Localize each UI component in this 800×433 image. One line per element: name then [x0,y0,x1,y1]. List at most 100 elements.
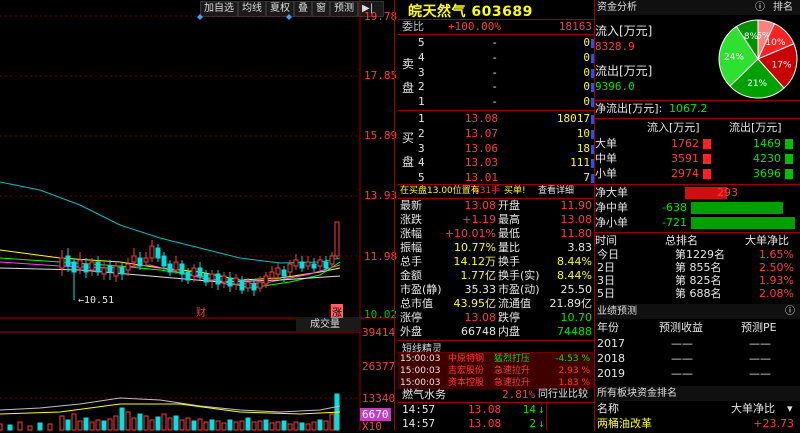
plate-row[interactable]: 两桶油改革 +23.73 [595,417,800,431]
volume-ma-line [0,397,341,413]
sell-row[interactable]: 5 - 0 [398,36,594,50]
candle-body [173,261,179,271]
stat-label: 总手 [400,255,422,268]
volume-bar [167,417,173,431]
sell-level: 2 [418,80,425,94]
price-tick: 13.93 [364,189,398,202]
volume-bar [269,422,275,431]
volume-bar [7,424,13,431]
volume-bar [131,417,137,431]
industry-compare-link[interactable]: 同行业比较 [538,388,588,402]
volume-bar [323,420,329,431]
candle-body [281,269,287,277]
net-type: 净小单 [595,216,628,229]
fund-rank-link[interactable]: 排名 [773,0,793,15]
kline-chart[interactable] [0,0,394,431]
stat-label2: 量比 [498,241,520,254]
candle-body [287,263,293,273]
sell-row[interactable]: 1 - 0 [398,95,594,109]
fund-info-icon[interactable]: ⓘ [755,0,765,15]
stat-value: 13.08 [464,199,497,212]
buy-row[interactable]: 1 13.08 18017 [398,112,594,126]
sort-down-icon[interactable]: ▾ [787,402,793,416]
short-stock: 中原特钢 [448,354,485,364]
volume-bar [305,423,311,431]
short-elf-item[interactable]: 15:00:03 吉宏股份 急速拉升 2.93 % [398,365,594,377]
candle-body [89,261,95,271]
candle-body [191,267,197,277]
sector-row[interactable]: 燃气水务 2.81% 同行业比较 [398,388,594,402]
event-diamond-icon [197,14,203,20]
short-time: 15:00:03 [400,366,441,376]
stat-row: 振幅 10.77% 量比 3.83 [398,241,594,255]
candle-body [59,257,65,269]
sell-price: - [491,36,498,49]
low-price-label: ←10.51 [78,295,115,306]
stat-value2: 74488 [557,325,592,338]
price-tick: 15.89 [364,129,398,142]
buy-row[interactable]: 4 13.03 111 [398,156,594,170]
volume-bar [179,419,185,431]
rank-period: 2日 [597,261,615,274]
volume-bar [65,419,71,431]
pie-slice-label: 24% [724,52,744,62]
volume-bar [293,421,299,431]
perf-info-icon[interactable]: ⓘ [785,304,795,319]
buy-row[interactable]: 2 13.07 10 [398,127,594,141]
volume-bar [191,420,197,431]
perf-row: 2018 —— —— [595,352,800,366]
plate-header: 所有板块资金排名 [595,386,800,401]
stat-value2: 11.90 [560,199,593,212]
flow-out: 3696 [753,167,781,180]
big-order-notice[interactable]: 在买盘13.00位置有 631手 买单! 查看详细 [398,184,594,198]
short-event: 急速拉升 [494,366,531,376]
fund-header: 资金分析 ⓘ 排名 [595,0,800,15]
kline-panel[interactable]: 加自选 均线 夏权叠窗预测 ▶| 19.78 17.85 15.89 13.93 11… [0,0,398,433]
flow-in: 1762 [671,137,699,150]
perf-year: 2018 [597,352,625,365]
fund-pie-chart[interactable]: 6%10%17%21%24%8% [717,18,799,100]
plate-name: 两桶油改革 [597,417,652,430]
sell-row[interactable]: 2 - 0 [398,80,594,94]
buy-price: 13.08 [464,112,498,125]
notice-detail-link[interactable]: 查看详细 [538,184,574,198]
volume-title[interactable]: 成交量 [296,318,360,332]
sell-volume: 0 [583,50,590,64]
perf-row: 2017 —— —— [595,337,800,351]
volume-bar [27,425,33,431]
net-row: 净小单 -721 [595,216,800,230]
volume-bar [137,413,143,431]
rank-position: 第1229名 [675,248,725,261]
stat-label: 最新 [400,199,422,212]
vol-tick: 13340 [362,392,396,405]
stat-label: 市盈(静) [400,283,442,296]
short-elf-item[interactable]: 15:00:03 中原特钢 猛烈打压 -4.53 % [398,353,594,365]
sell-row[interactable]: 4 - 0 [398,51,594,65]
tick-volume: 14 [522,403,536,416]
flow-out: 1469 [753,137,781,150]
price-tick: 11.98 [364,250,398,263]
volume-bar [257,420,263,431]
stat-label2: 市盈(动) [498,283,540,296]
price-tick: 17.85 [364,69,398,82]
stat-row: 涨跌 +1.19 最高 13.08 [398,213,594,227]
sell-row[interactable]: 3 - 0 [398,66,594,80]
candle-body [215,273,221,285]
stat-row: 涨停 13.08 跌停 10.70 [398,311,594,325]
stat-value: 43.95亿 [453,297,497,310]
stat-value: 14.12万 [453,255,497,268]
plate-head-name: 名称 [597,402,619,415]
candle-body [137,257,143,267]
buy-row[interactable]: 3 13.06 18 [398,142,594,156]
buy-book: 1 13.08 18017 2 13.07 10 3 13.06 18 4 13.03 111 5 13.… [398,112,594,186]
volume-bar [149,419,155,431]
volume-bar [275,421,281,431]
buy-level: 3 [418,141,425,155]
weibi-value: 18163 [558,20,592,33]
volume-bar [239,420,245,431]
candle-body [251,283,257,291]
volume-bar [311,421,317,431]
perf-head: 年份 预测收益 预测PE [595,321,800,335]
vol-tick: 39414 [362,326,396,339]
plate-head-ratio: 大单净比 [731,402,775,415]
